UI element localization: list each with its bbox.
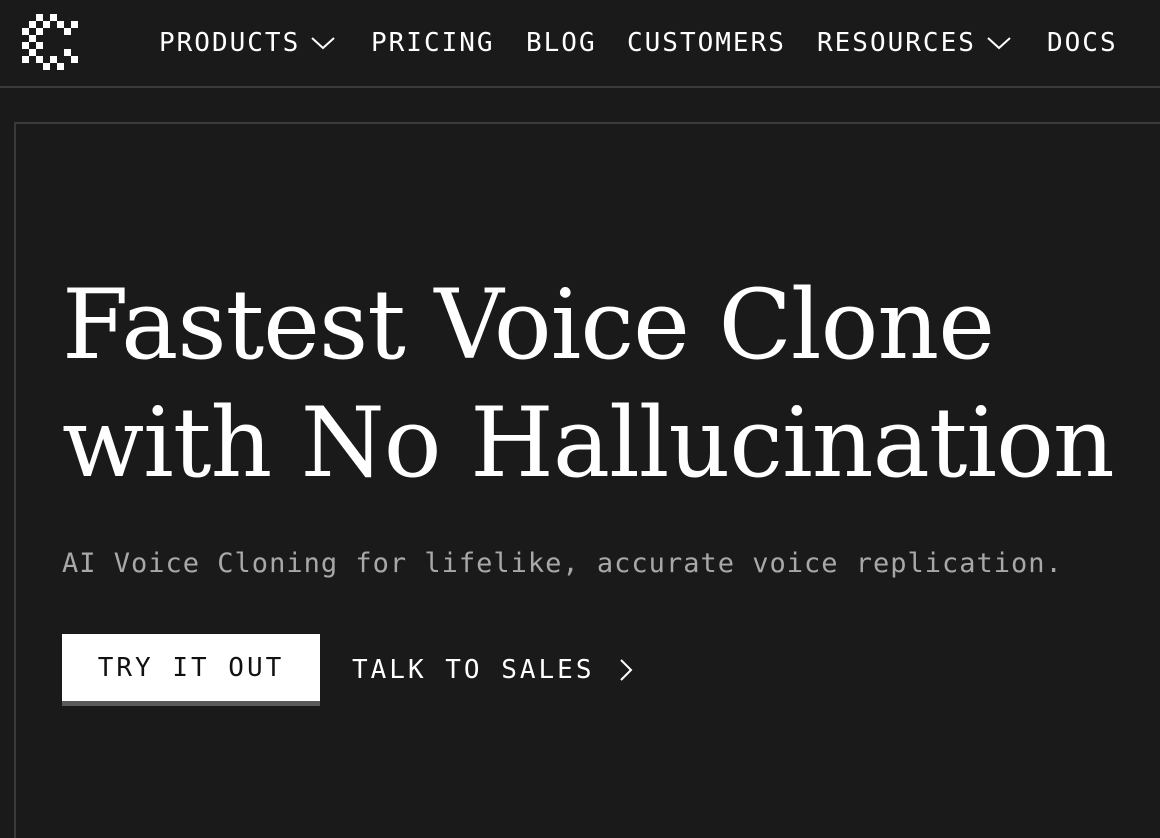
talk-to-sales-label: TALK TO SALES [352,655,595,685]
chevron-down-icon [311,37,335,50]
hero-headline-line1: Fastest Voice Clone [62,269,995,381]
chevron-down-icon [987,37,1011,50]
nav-blog-label: BLOG [526,28,597,58]
nav-pricing-label: PRICING [371,28,495,58]
try-it-out-button[interactable]: TRY IT OUT [62,634,320,706]
hero-subheadline: AI Voice Cloning for lifelike, accurate … [62,548,1063,579]
hero-headline: Fastest Voice Clone with No Hallucinatio… [62,266,1115,502]
nav-resources-label: RESOURCES [817,28,976,58]
nav-pricing[interactable]: PRICING [371,26,495,60]
nav-docs-label: DOCS [1047,28,1118,58]
pixel-c-logo-icon[interactable] [22,14,78,70]
talk-to-sales-link[interactable]: TALK TO SALES [352,650,633,690]
nav-products-label: PRODUCTS [159,28,301,58]
hero-headline-line2: with No Hallucination [62,387,1115,499]
nav-blog[interactable]: BLOG [526,26,597,60]
chevron-right-icon [619,659,632,681]
nav-resources[interactable]: RESOURCES [817,26,1012,60]
nav-docs[interactable]: DOCS [1047,26,1118,60]
nav-customers-label: CUSTOMERS [627,28,786,58]
nav-products[interactable]: PRODUCTS [159,26,336,60]
nav-customers[interactable]: CUSTOMERS [627,26,786,60]
top-navigation: PRODUCTS PRICING BLOG CUSTOMERS RESOURCE… [0,0,1160,88]
